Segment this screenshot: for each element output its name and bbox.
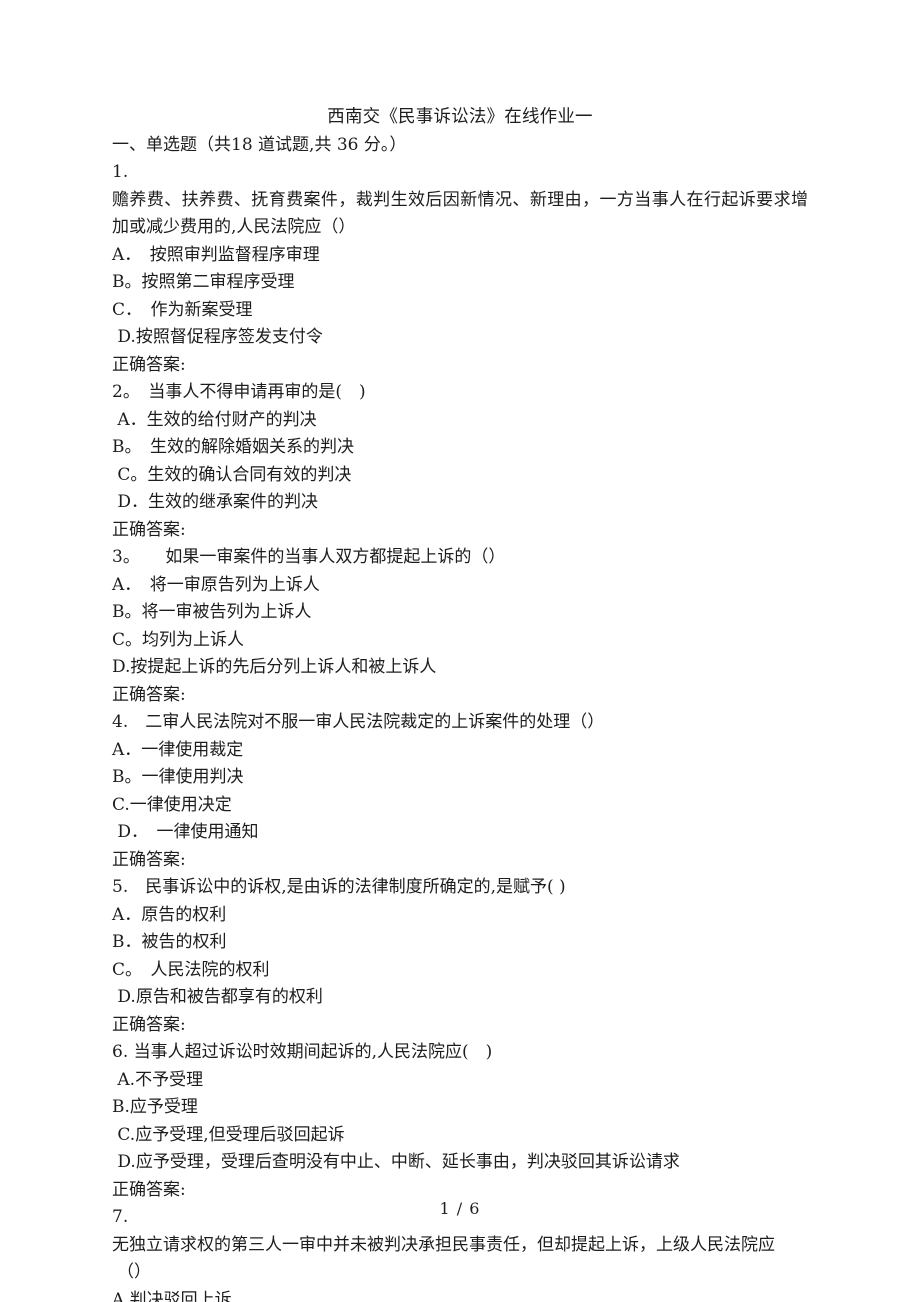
correct-answer-label: 正确答案:	[112, 354, 186, 375]
question-option: B．被告的权利	[112, 932, 227, 952]
question-stem: 无独立请求权的第三人一审中并未被判决承担民事责任，但却提起上诉，上级人民法院应	[112, 1234, 775, 1255]
question-option: D．生效的继承案件的判决	[112, 492, 319, 512]
question-stem: 4. 二审人民法院对不服一审人民法院裁定的上诉案件的处理（）	[112, 712, 605, 732]
question-option: D.按提起上诉的先后分列上诉人和被上诉人	[112, 657, 437, 677]
question-option: B。一律使用判决	[112, 767, 244, 787]
question-option: A.判决驳回上诉	[112, 1289, 232, 1302]
question-number: 1.	[112, 162, 129, 182]
question-option: D.按照督促程序签发支付令	[112, 327, 323, 347]
question-stem: 赡养费、扶养费、抚育费案件，裁判生效后因新情况、新理由，一方当事人在行起诉要求增…	[112, 189, 808, 238]
document-title: 西南交《民事诉讼法》在线作业一	[327, 107, 593, 127]
correct-answer-label: 正确答案:	[112, 849, 186, 870]
question-option: A． 按照审判监督程序审理	[112, 244, 320, 265]
page-number: 1 / 6	[439, 1199, 481, 1218]
question-option: C。 人民法院的权利	[112, 959, 270, 980]
document-body: 西南交《民事诉讼法》在线作业一 一、单选题（共18 道试题,共 36 分。） 1…	[112, 104, 808, 1302]
question-option: C。均列为上诉人	[112, 629, 245, 650]
question-stem: 5. 民事诉讼中的诉权,是由诉的法律制度所确定的,是赋予( )	[112, 877, 566, 897]
question-option: B。将一审被告列为上诉人	[112, 602, 312, 622]
question-option: B.应予受理	[112, 1097, 198, 1117]
question-option: D.原告和被告都享有的权利	[112, 987, 323, 1007]
question-option: A． 将一审原告列为上诉人	[112, 574, 320, 595]
question-option: C.应予受理,但受理后驳回起诉	[112, 1124, 345, 1145]
question-stem: 6. 当事人超过诉讼时效期间起诉的,人民法院应( )	[112, 1042, 493, 1062]
question-option: B。按照第二审程序受理	[112, 272, 295, 292]
question-option: A．一律使用裁定	[112, 739, 244, 760]
question-stem-tail: （）	[117, 1262, 151, 1282]
question-option: A．生效的给付财产的判决	[112, 409, 317, 430]
correct-answer-label: 正确答案:	[112, 1014, 186, 1035]
question-option: C.一律使用决定	[112, 794, 232, 815]
question-option: D． 一律使用通知	[112, 822, 259, 842]
correct-answer-label: 正确答案:	[112, 684, 186, 705]
question-stem: 3。 如果一审案件的当事人双方都提起上诉的（）	[112, 547, 506, 567]
question-option: C。生效的确认合同有效的判决	[112, 464, 352, 485]
question-option: B。 生效的解除婚姻关系的判决	[112, 437, 354, 457]
document-page: 西南交《民事诉讼法》在线作业一 一、单选题（共18 道试题,共 36 分。） 1…	[0, 0, 920, 1302]
question-option: C． 作为新案受理	[112, 299, 253, 320]
correct-answer-label: 正确答案:	[112, 519, 186, 540]
question-stem: 2。 当事人不得申请再审的是( )	[112, 382, 366, 402]
question-option: A．原告的权利	[112, 904, 227, 925]
question-option: A.不予受理	[112, 1069, 204, 1090]
section-heading: 一、单选题（共18 道试题,共 36 分。）	[112, 134, 407, 155]
question-option: D.应予受理，受理后查明没有中止、中断、延长事由，判决驳回其诉讼请求	[112, 1152, 680, 1172]
